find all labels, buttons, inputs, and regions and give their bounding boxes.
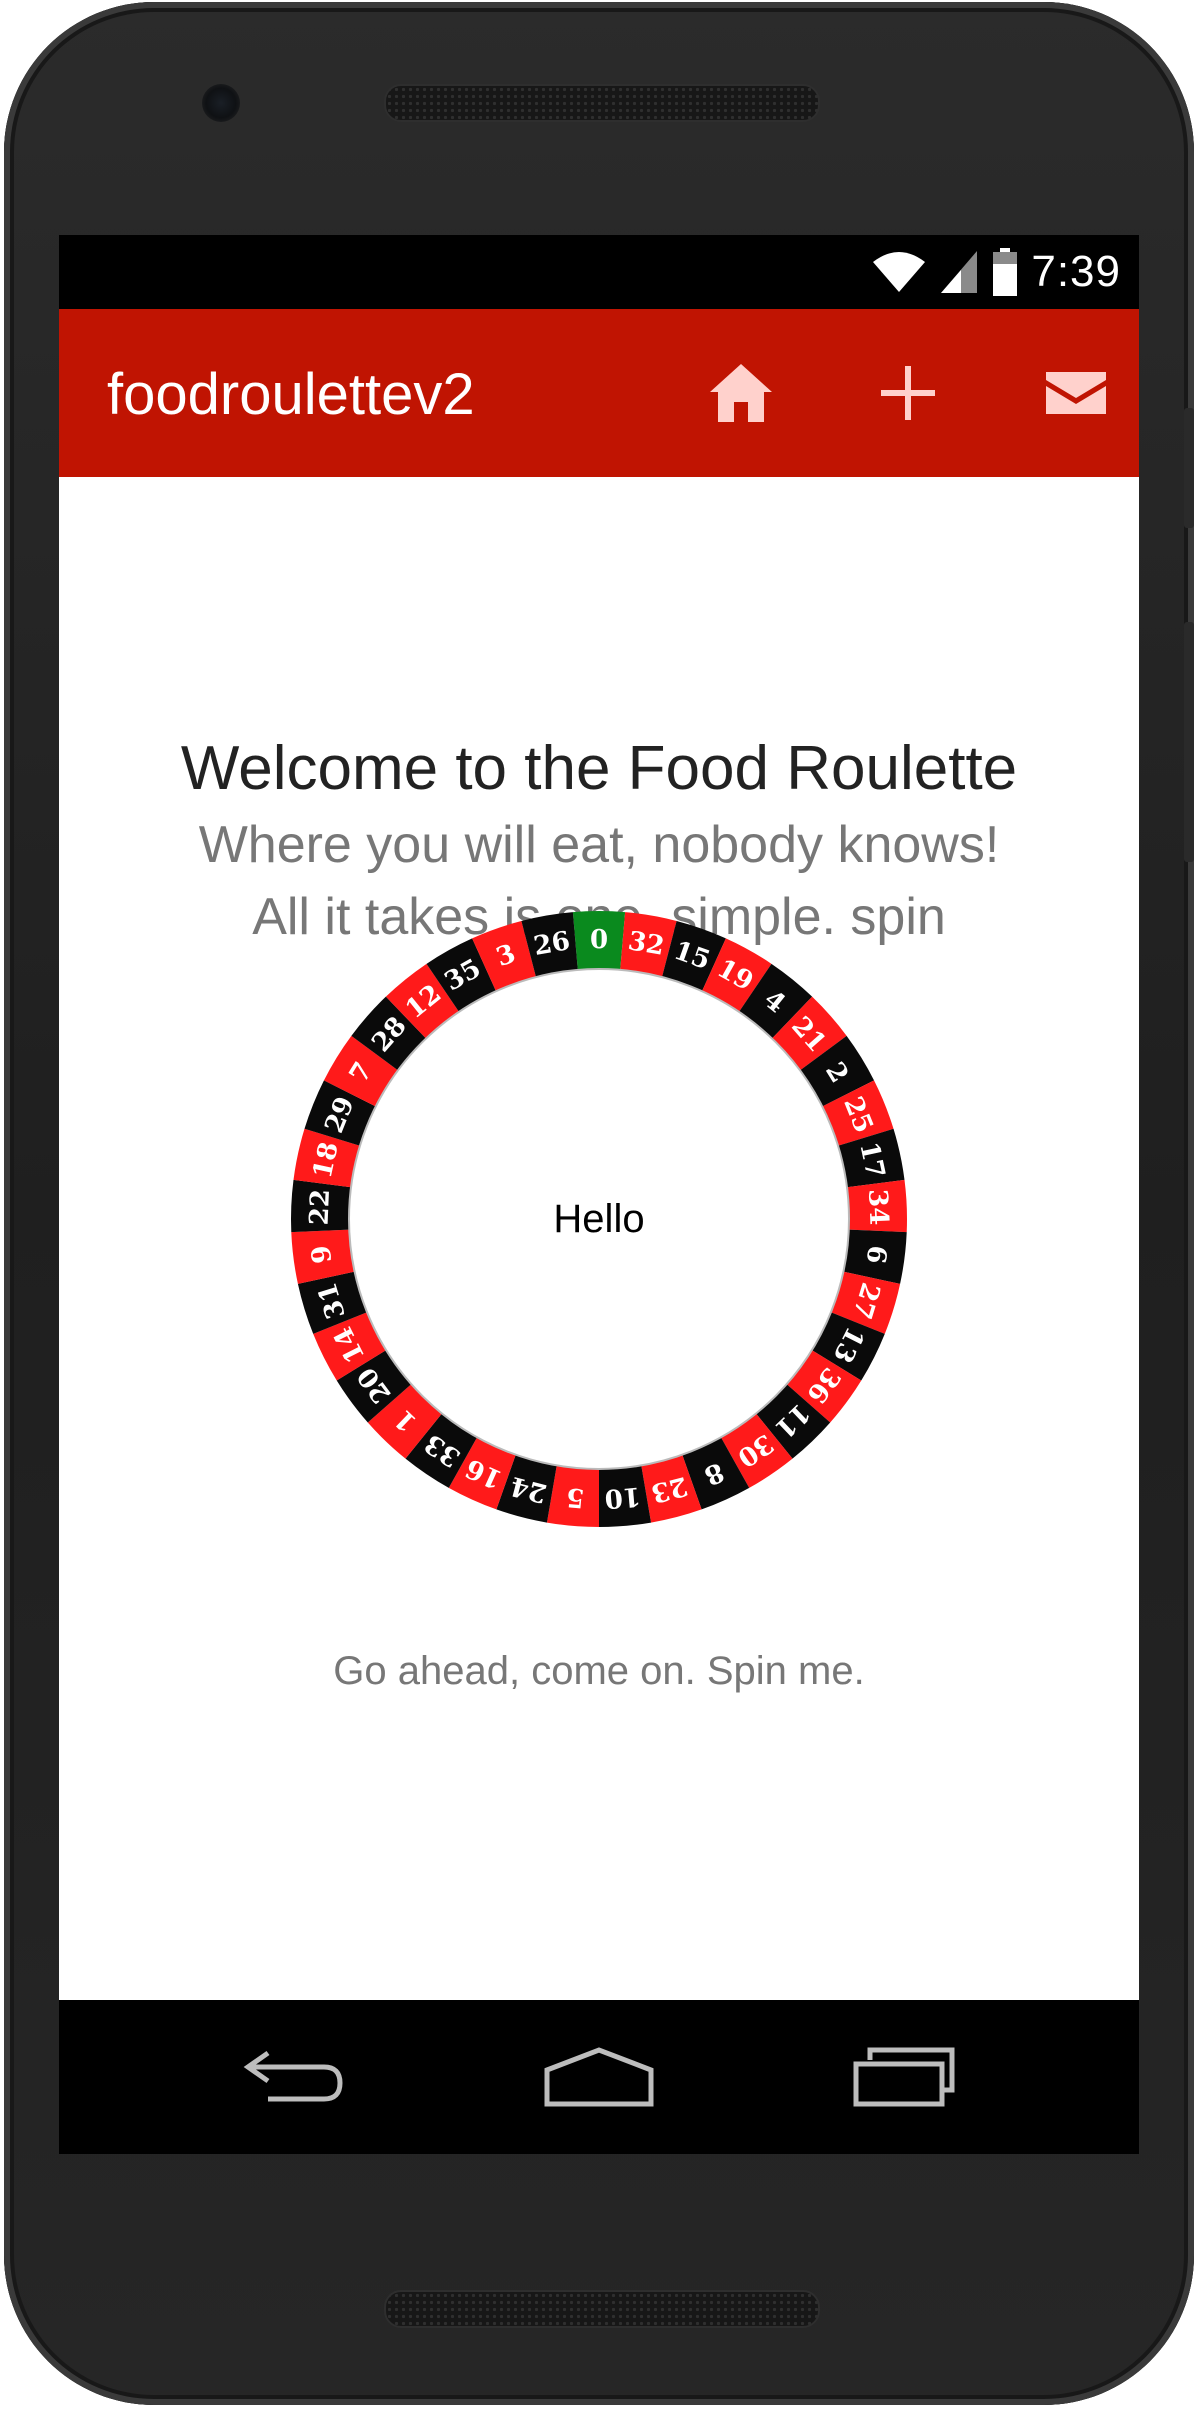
- app-title: foodroulettev2: [107, 362, 475, 427]
- back-icon: [243, 2050, 343, 2102]
- mail-icon: [1046, 372, 1106, 414]
- wifi-icon: [873, 252, 926, 292]
- subtitle-line-1: Where you will eat, nobody knows!: [198, 816, 1000, 874]
- add-button[interactable]: [868, 353, 948, 433]
- recent-apps-icon: [853, 2047, 955, 2107]
- main-content: Welcome to the Food Roulette Where you w…: [59, 477, 1139, 2000]
- battery-icon: [993, 248, 1018, 296]
- wheel-center-label: Hello: [553, 1196, 645, 1241]
- home-icon: [710, 364, 772, 422]
- home-outline-icon: [544, 2047, 654, 2107]
- welcome-heading: Welcome to the Food Roulette: [180, 734, 1018, 803]
- spin-hint: Go ahead, come on. Spin me.: [333, 1649, 865, 1693]
- mail-button[interactable]: [1036, 353, 1116, 433]
- plus-icon: [881, 366, 935, 420]
- nav-home-button[interactable]: [534, 2032, 664, 2122]
- phone-frame: 7:39 foodroulettev2 Welcome to the Food …: [4, 2, 1194, 2405]
- bottom-speaker: [384, 2290, 820, 2328]
- back-button[interactable]: [229, 2032, 359, 2122]
- roulette-wheel[interactable]: 0 32 15 19 4 21 2 25 17 34 6 27 13 36 11 30 8 23 10 5 24 16 33…: [289, 909, 909, 1529]
- status-bar: 7:39: [59, 235, 1139, 309]
- front-camera: [202, 84, 240, 122]
- app-bar: foodroulettev2: [59, 309, 1139, 477]
- home-button[interactable]: [701, 353, 781, 433]
- recent-apps-button[interactable]: [839, 2032, 969, 2122]
- earpiece-speaker: [384, 84, 820, 122]
- screen: 7:39 foodroulettev2 Welcome to the Food …: [59, 235, 1139, 2154]
- cell-signal-icon: [941, 251, 978, 293]
- status-time: 7:39: [1031, 247, 1121, 296]
- volume-button: [1184, 622, 1194, 862]
- navigation-bar: [59, 2000, 1139, 2154]
- power-button: [1184, 408, 1194, 528]
